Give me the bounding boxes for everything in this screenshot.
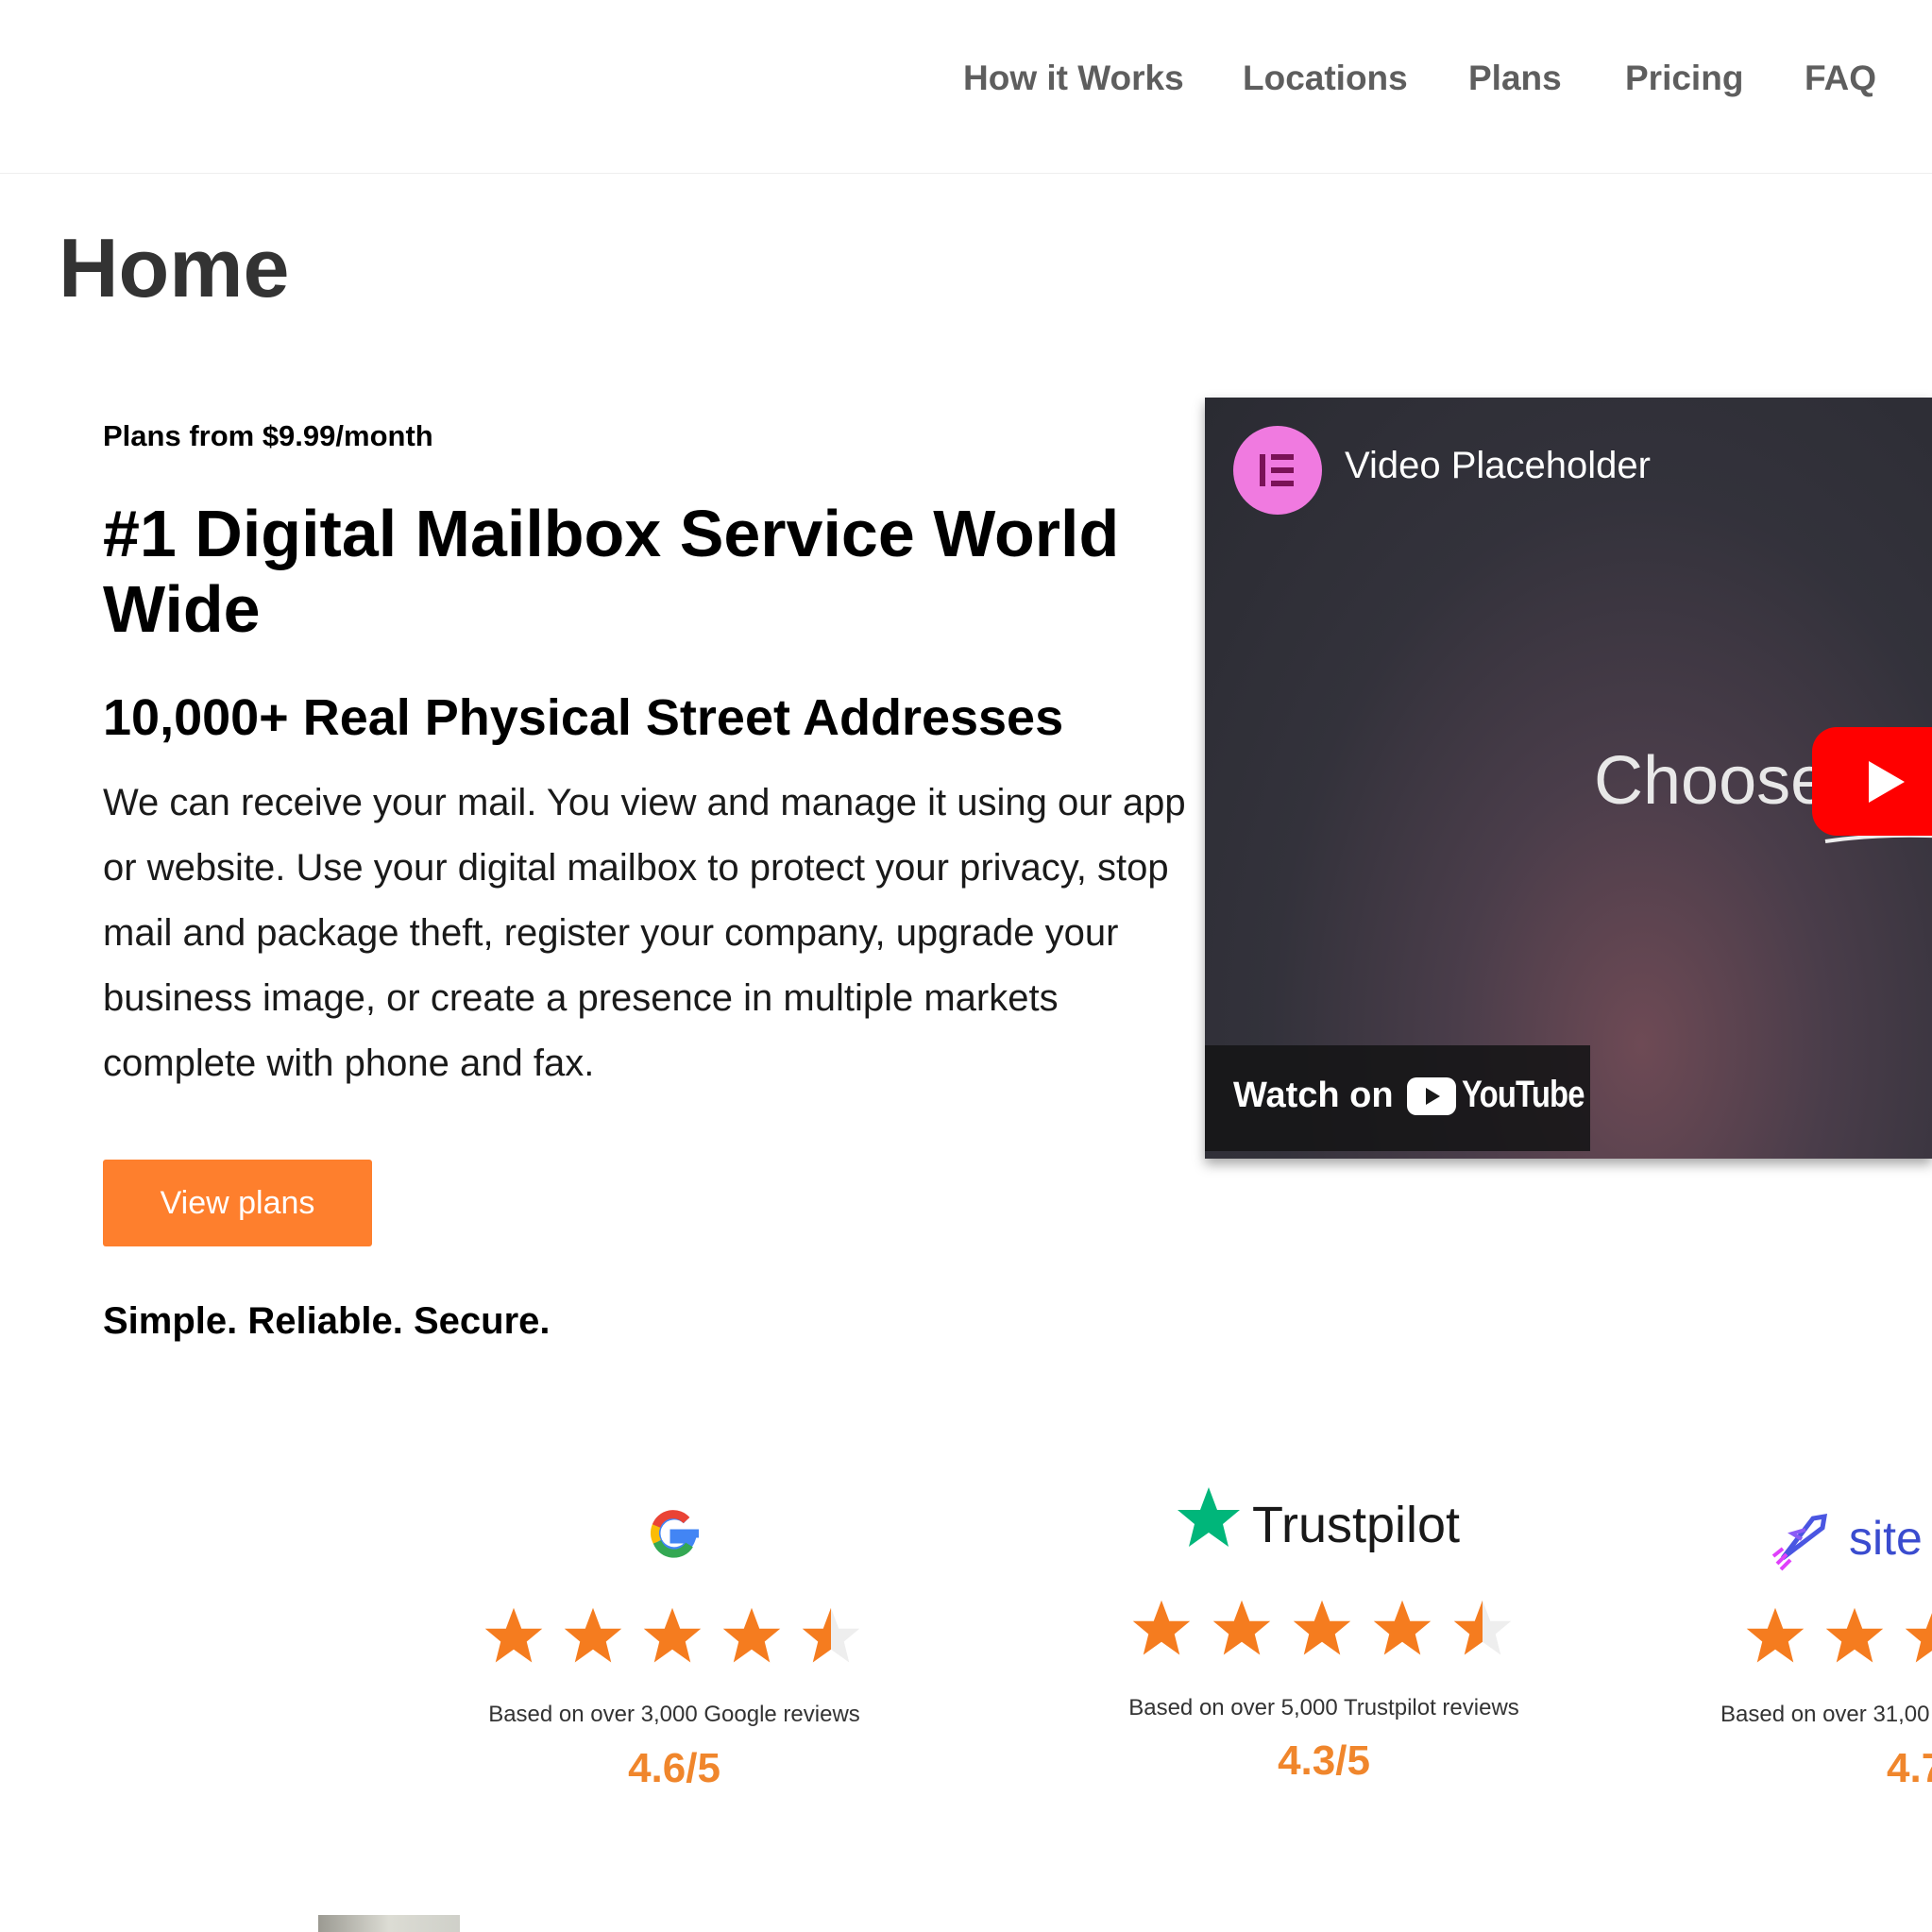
review-summary: Based on over 5,000 Trustpilot reviews <box>1128 1695 1519 1720</box>
hero-tagline: Simple. Reliable. Secure. <box>103 1300 551 1342</box>
star-icon <box>1132 1600 1191 1655</box>
rocket-icon <box>1771 1513 1828 1571</box>
hero-subheadline: 10,000+ Real Physical Street Addresses <box>103 689 1064 746</box>
star-rating <box>1078 1598 1569 1664</box>
nav-plans[interactable]: Plans <box>1468 59 1562 98</box>
google-icon <box>650 1510 699 1558</box>
trustpilot-wordmark: Trustpilot <box>1252 1497 1461 1553</box>
review-score: 4.6/5 <box>628 1745 720 1791</box>
site-review-card: site Based on over 31,00 4.7 <box>1700 1492 1932 1794</box>
star-icon <box>1905 1613 1932 1663</box>
nav-pricing[interactable]: Pricing <box>1625 59 1743 98</box>
review-summary: Based on over 3,000 Google reviews <box>488 1702 860 1727</box>
review-summary: Based on over 31,00 <box>1720 1702 1930 1727</box>
star-icon <box>1373 1600 1432 1655</box>
nav-how-it-works[interactable]: How it Works <box>963 59 1184 98</box>
watch-on-label: Watch on <box>1233 1076 1394 1115</box>
star-icon <box>643 1607 702 1663</box>
nav-locations[interactable]: Locations <box>1243 59 1408 98</box>
play-button[interactable] <box>1812 727 1932 836</box>
hero-description: We can receive your mail. You view and m… <box>103 782 1186 1084</box>
hero-kicker: Plans from $9.99/month <box>103 419 433 452</box>
star-icon <box>1293 1600 1351 1655</box>
play-icon <box>1869 761 1905 803</box>
view-plans-button[interactable]: View plans <box>103 1160 372 1246</box>
youtube-logo-icon <box>1407 1077 1456 1115</box>
star-icon <box>484 1607 543 1663</box>
star-icon <box>1212 1600 1271 1655</box>
star-icon <box>1825 1607 1884 1663</box>
google-review-card: Based on over 3,000 Google reviews 4.6/5 <box>429 1492 920 1794</box>
elementor-icon <box>1233 426 1322 515</box>
star-icon <box>1746 1607 1805 1663</box>
trustpilot-review-card: Trustpilot Based on over 5,000 Trustpilo… <box>1078 1481 1569 1784</box>
youtube-wordmark: YouTube <box>1462 1074 1585 1115</box>
star-icon <box>722 1607 781 1663</box>
video-embed[interactable]: Video Placeholder Choose Watch on YouTub… <box>1205 398 1932 1159</box>
video-overlay-text: Choose <box>1594 743 1829 819</box>
page-title: Home <box>59 221 290 314</box>
star-rating <box>429 1605 920 1671</box>
watch-on-youtube-link[interactable]: Watch on YouTube <box>1205 1045 1590 1151</box>
half-star-icon <box>802 1607 860 1663</box>
nav-faq[interactable]: FAQ <box>1805 59 1876 98</box>
star-icon <box>564 1607 622 1663</box>
video-title: Video Placeholder <box>1345 445 1651 486</box>
image-thumbnail <box>318 1915 460 1932</box>
star-rating <box>1700 1605 1932 1671</box>
trustpilot-star-icon <box>1178 1487 1240 1547</box>
half-star-icon <box>1453 1600 1512 1655</box>
hero-headline: #1 Digital Mailbox Service World Wide <box>103 497 1120 646</box>
site-header: How it Works Locations Plans Pricing FAQ <box>0 0 1932 174</box>
review-score: 4.3/5 <box>1278 1737 1370 1784</box>
site-wordmark: site <box>1849 1512 1923 1565</box>
review-score: 4.7 <box>1887 1745 1932 1791</box>
